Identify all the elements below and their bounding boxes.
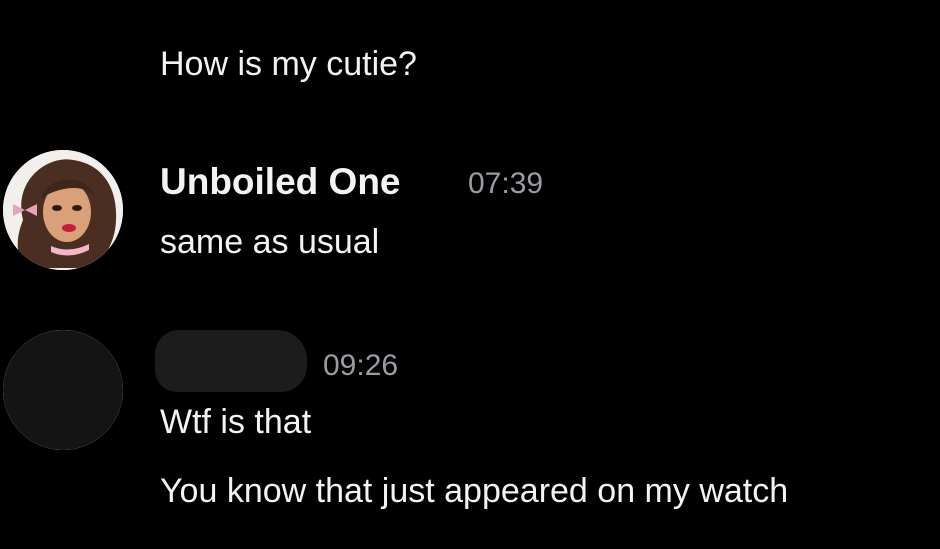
message-timestamp[interactable]: 07:39: [468, 166, 543, 202]
message-timestamp[interactable]: 09:26: [323, 348, 398, 384]
message-text: same as usual: [160, 223, 380, 261]
chat-message-list: How is my cutie? Unboiled One 07:39 same…: [0, 0, 940, 549]
message-text: You know that just appeared on my watch: [160, 472, 789, 510]
avatar-image: [3, 150, 123, 270]
message-text: How is my cutie?: [160, 45, 417, 83]
message-author[interactable]: Unboiled One: [160, 160, 401, 204]
author-redaction-scribble: [155, 330, 307, 392]
user-avatar[interactable]: [3, 150, 123, 270]
user-avatar-redacted[interactable]: [3, 330, 123, 450]
message-text: Wtf is that: [160, 403, 312, 441]
avatar-redaction-scribble: [3, 330, 123, 450]
